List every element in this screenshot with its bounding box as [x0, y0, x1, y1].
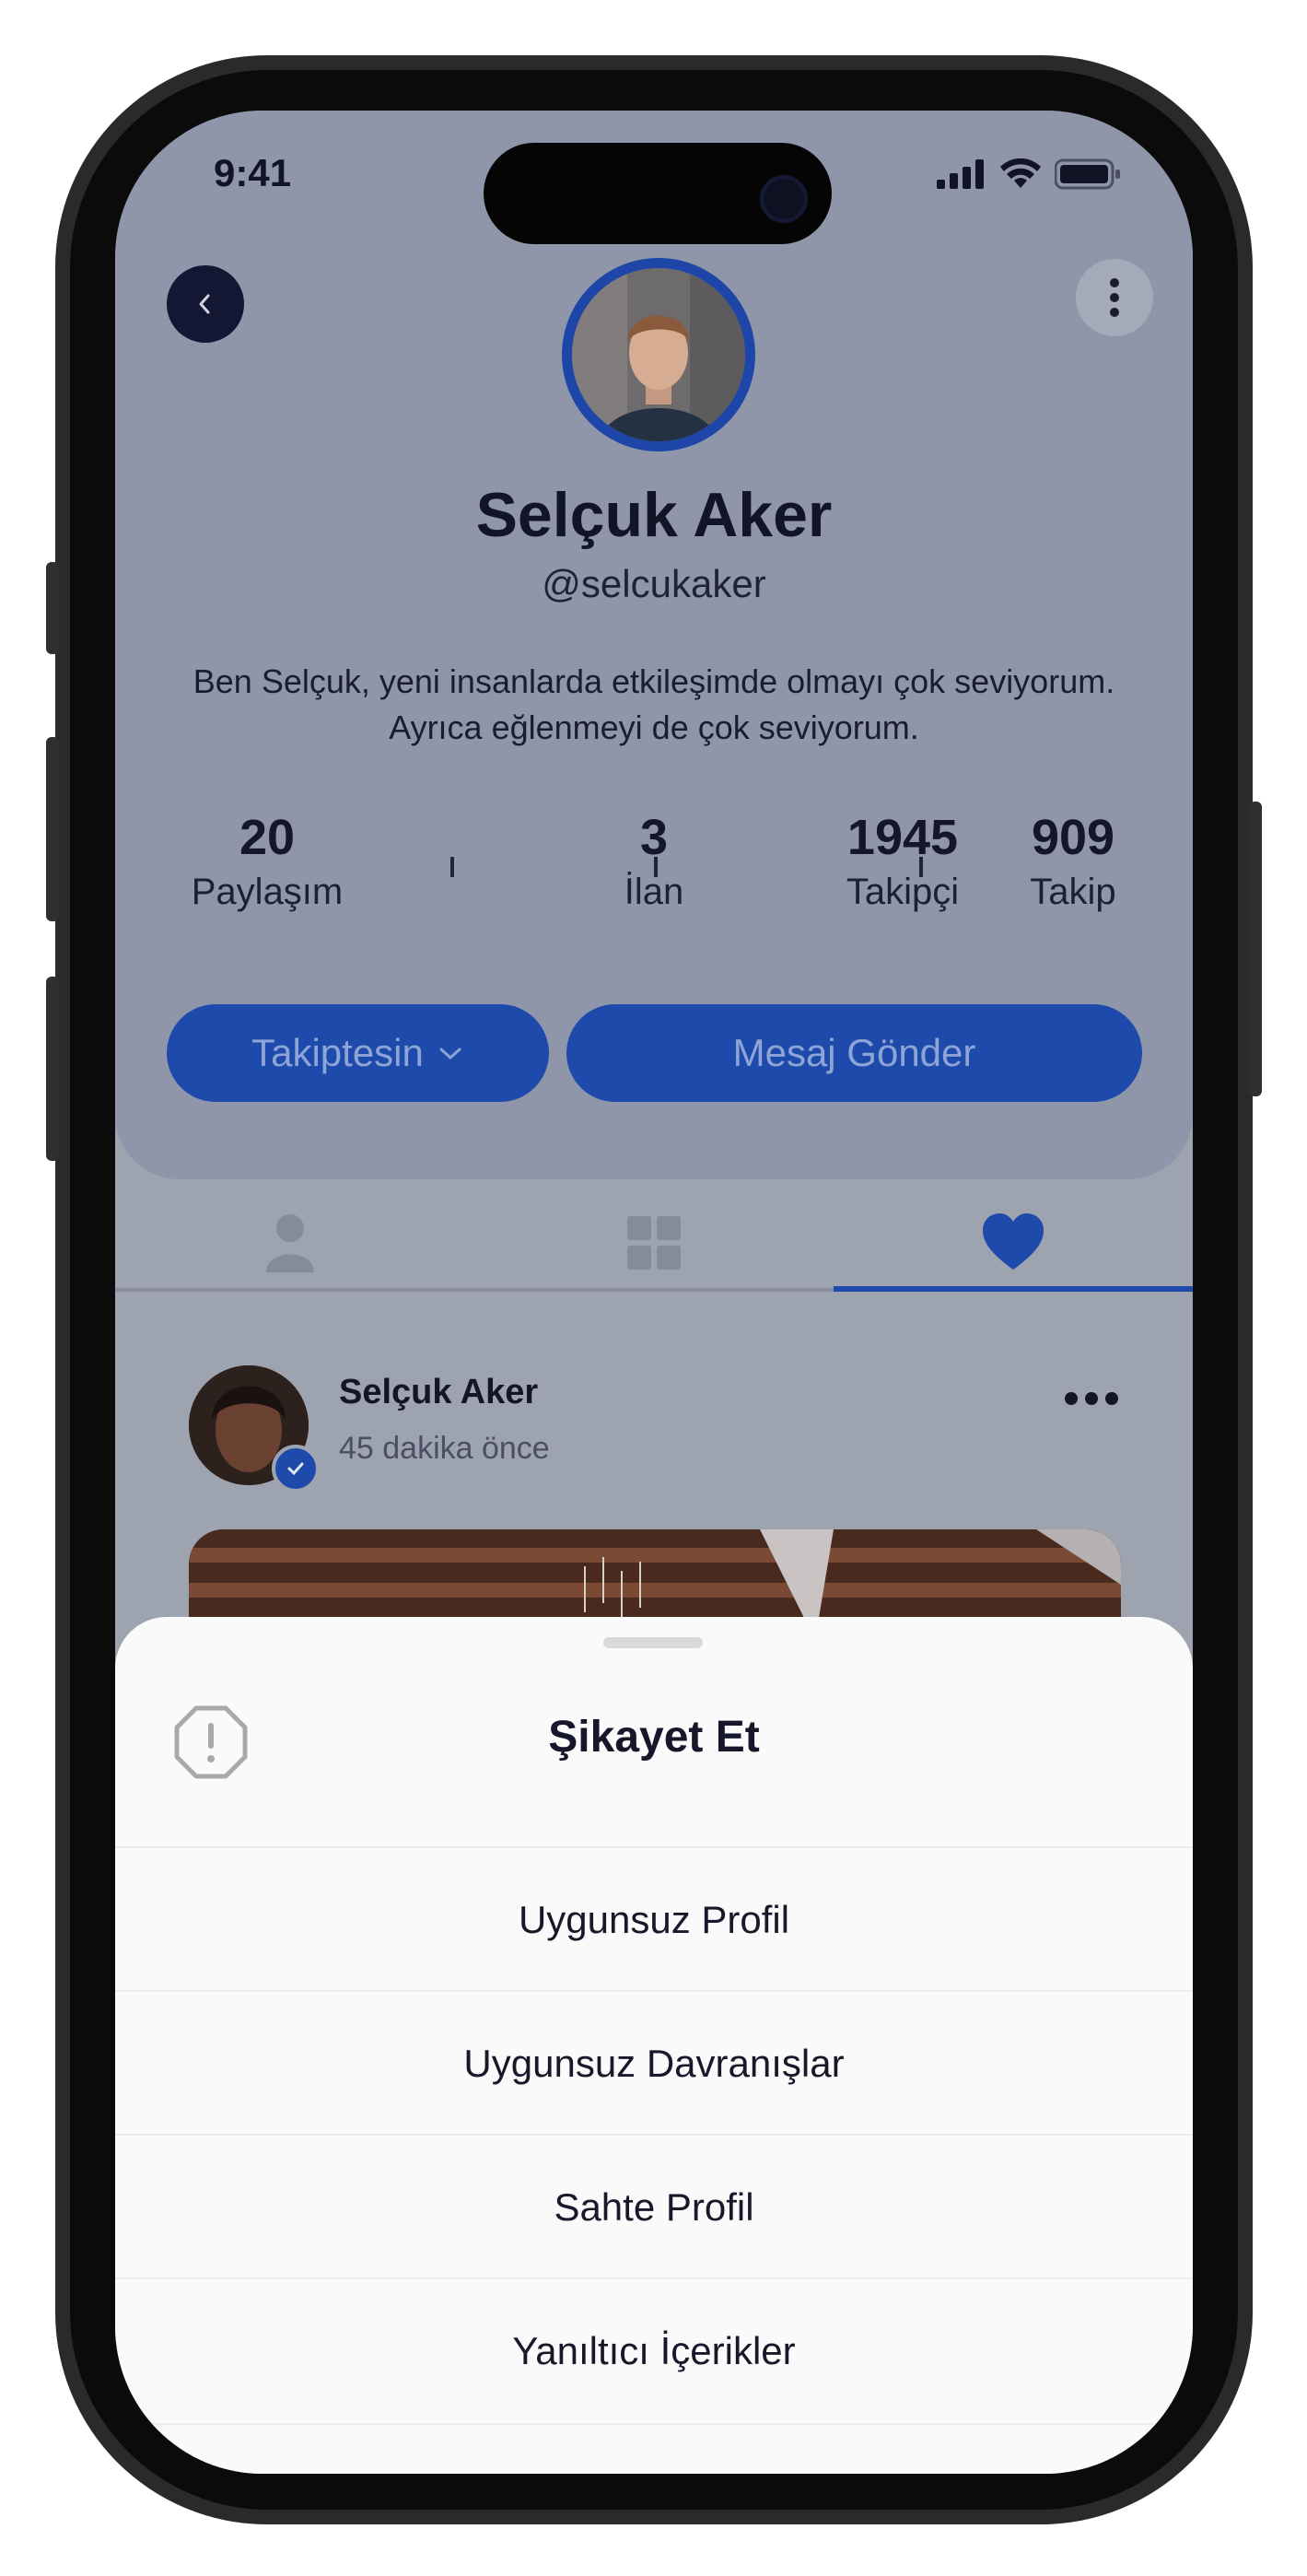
report-option-inappropriate-profile[interactable]: Uygunsuz Profil	[115, 1846, 1193, 1992]
stat-following[interactable]: 909 Takip	[981, 809, 1165, 913]
verified-badge	[272, 1445, 320, 1493]
avatar-photo	[572, 268, 745, 441]
post-author-name[interactable]: Selçuk Aker	[339, 1373, 538, 1412]
sheet-handle[interactable]	[603, 1637, 703, 1648]
vertical-dots-icon	[1110, 278, 1119, 317]
person-icon	[266, 1214, 314, 1272]
stat-label: Takipçi	[846, 872, 960, 912]
grid-icon	[627, 1216, 681, 1270]
front-camera	[760, 175, 808, 223]
tab-active-indicator	[834, 1286, 1193, 1292]
stat-value: 1945	[846, 810, 959, 865]
bio-line-1: Ben Selçuk, yeni insanlarda etkileşimde …	[193, 662, 1115, 700]
horizontal-dots-icon	[1065, 1392, 1118, 1405]
profile-name: Selçuk Aker	[475, 480, 833, 550]
stat-divider	[919, 857, 923, 877]
report-option-fake-profile[interactable]: Sahte Profil	[115, 2134, 1193, 2279]
mute-switch	[46, 562, 59, 654]
tab-favorites[interactable]	[976, 1212, 1050, 1277]
status-time: 9:41	[214, 151, 292, 194]
post-timestamp: 45 dakika önce	[339, 1431, 550, 1466]
volume-down-button	[46, 977, 59, 1161]
chevron-down-icon	[439, 1048, 461, 1060]
avatar-illustration	[572, 268, 745, 441]
bio-line-2: Ayrıca eğlenmeyi de çok seviyorum.	[389, 708, 919, 746]
following-button[interactable]: Takiptesin	[167, 1004, 549, 1102]
stat-divider	[654, 857, 658, 877]
battery-icon	[1055, 158, 1120, 190]
back-button[interactable]	[167, 265, 244, 343]
post-more-button[interactable]	[1064, 1391, 1119, 1411]
chevron-left-icon	[199, 294, 210, 314]
stat-label: Takip	[1030, 872, 1116, 912]
volume-up-button	[46, 737, 59, 921]
status-icons	[937, 158, 1121, 190]
check-icon	[287, 1462, 304, 1476]
power-button	[1249, 802, 1262, 1096]
profile-avatar[interactable]	[562, 258, 755, 451]
stat-value: 20	[239, 810, 296, 865]
report-option-inappropriate-behavior[interactable]: Uygunsuz Davranışlar	[115, 1990, 1193, 2136]
send-message-button[interactable]: Mesaj Gönder	[566, 1004, 1142, 1102]
report-option-misleading-content[interactable]: Yanıltıcı İçerikler	[115, 2277, 1193, 2425]
stat-followers[interactable]: 1945 Takipçi	[792, 809, 1013, 913]
sheet-title: Şikayet Et	[548, 1713, 760, 1762]
screen: 9:41 Selçuk Aker @selcukaker Ben Selçuk,…	[115, 111, 1193, 2474]
wifi-icon	[1000, 158, 1041, 188]
stat-label: Paylaşım	[191, 872, 344, 912]
stat-divider	[450, 857, 454, 877]
following-label: Takiptesin	[251, 1031, 424, 1074]
stat-posts[interactable]: 20 Paylaşım	[166, 809, 368, 913]
profile-handle: @selcukaker	[542, 562, 766, 605]
tab-grid[interactable]	[617, 1216, 691, 1271]
profile-bio: Ben Selçuk, yeni insanlarda etkileşimde …	[143, 659, 1165, 751]
more-options-button[interactable]	[1076, 259, 1153, 336]
heart-icon	[983, 1213, 1044, 1270]
stat-label: İlan	[624, 872, 684, 912]
stat-value: 909	[1031, 810, 1115, 865]
signal-icon	[937, 159, 984, 189]
tab-profile[interactable]	[253, 1212, 327, 1276]
